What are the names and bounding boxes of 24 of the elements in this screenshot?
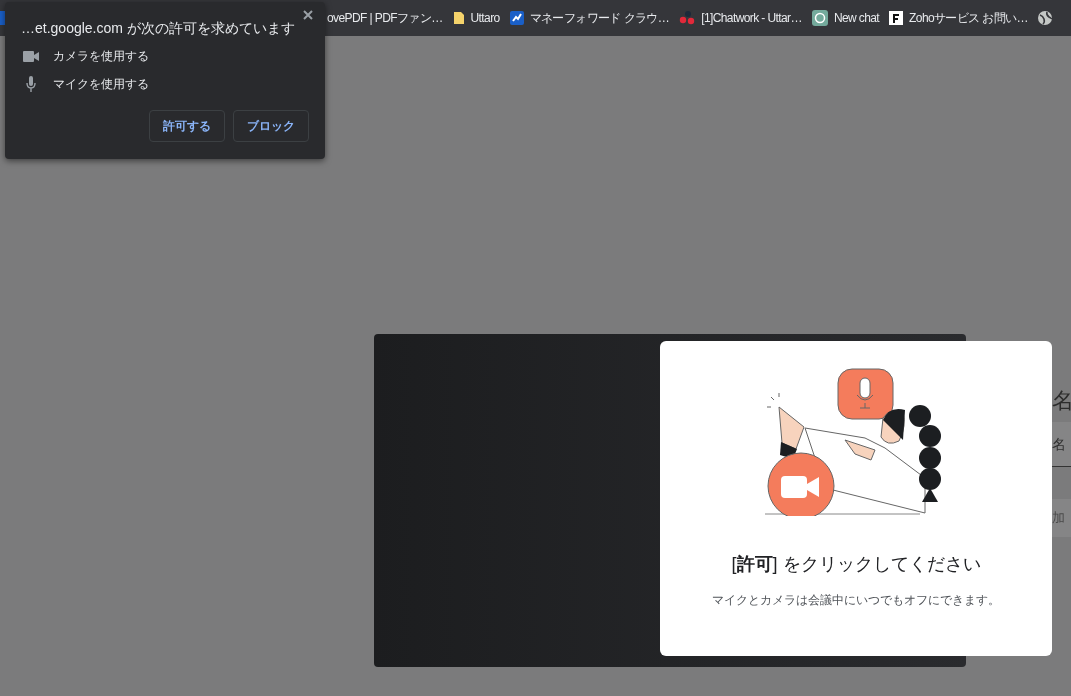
bookmark-link[interactable]: マネーフォワード クラウ… (504, 4, 675, 32)
allow-button[interactable]: 許可する (149, 110, 225, 142)
folder-icon (452, 11, 465, 25)
permission-label: マイクを使用する (53, 75, 149, 93)
microphone-icon (26, 76, 36, 92)
camera-icon (23, 50, 39, 62)
bookmark-link[interactable]: [1]Chatwork - Uttar… (674, 4, 807, 32)
permission-label: カメラを使用する (53, 47, 149, 65)
bookmark-link[interactable]: New chat (806, 4, 885, 32)
bookmark-link[interactable]: Zohoサービス お問い… (884, 4, 1033, 32)
dots-logo-icon (679, 11, 696, 25)
popup-title: …et.google.com が次の許可を求めています (21, 20, 295, 38)
name-field[interactable]: 名 (1052, 422, 1071, 467)
knot-logo-icon (811, 10, 828, 26)
block-button[interactable]: ブロック (233, 110, 309, 142)
instruction-heading: [許可] をクリックしてください (731, 553, 981, 576)
bookmark-link[interactable]: ovePDF | PDFファン… (327, 4, 448, 32)
globe-icon[interactable] (1037, 10, 1053, 26)
chart-logo-icon (509, 11, 524, 25)
section-heading: 名 (1052, 387, 1071, 415)
letter-f-icon (889, 11, 904, 25)
bookmark-link[interactable]: Uttaro (447, 4, 505, 32)
instruction-note: マイクとカメラは会議中にいつでもオフにできます。 (712, 592, 1000, 609)
close-icon[interactable] (301, 8, 315, 22)
